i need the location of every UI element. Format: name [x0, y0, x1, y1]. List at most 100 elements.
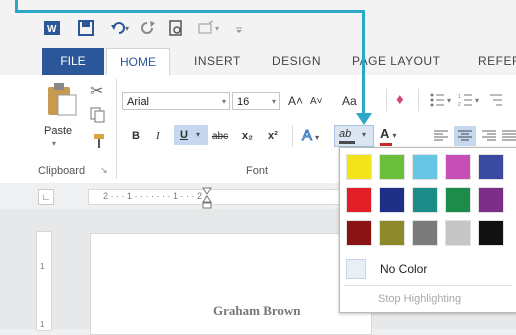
tab-selector-icon[interactable]: ∟	[38, 189, 54, 205]
font-size-select[interactable]: 16 ▾	[232, 92, 280, 110]
highlight-color-swatch[interactable]	[478, 220, 504, 246]
text-effects-label: A	[301, 127, 313, 145]
tab-home[interactable]: HOME	[106, 48, 170, 77]
chevron-down-icon: ▾	[221, 97, 226, 106]
chevron-down-icon: ▾	[271, 97, 276, 106]
justify-icon[interactable]	[502, 130, 516, 145]
highlight-color-swatch[interactable]	[445, 154, 471, 180]
font-color-swatch	[380, 143, 392, 146]
chevron-down-icon: ▾	[315, 133, 320, 142]
bullets-icon[interactable]: ▾	[430, 93, 454, 110]
underline-label: U	[180, 129, 188, 141]
svg-text:W: W	[47, 24, 57, 35]
highlight-color-swatch[interactable]	[412, 220, 438, 246]
highlight-color-swatch[interactable]	[478, 154, 504, 180]
vertical-ruler: 1 1	[36, 231, 52, 331]
clear-formatting-icon[interactable]: ♦	[396, 91, 404, 108]
tab-insert[interactable]: INSERT	[194, 54, 241, 68]
document-page[interactable]: Graham Brown	[90, 233, 372, 335]
italic-button[interactable]: I	[156, 130, 160, 142]
bold-button[interactable]: B	[132, 130, 140, 142]
tab-file[interactable]: FILE	[42, 48, 104, 75]
save-icon[interactable]	[78, 20, 94, 36]
tab-page-layout[interactable]: PAGE LAYOUT	[352, 54, 440, 68]
underline-button[interactable]: U ▾	[174, 125, 208, 145]
print-preview-icon[interactable]	[168, 20, 184, 36]
ruler-marks: 2 · · · 1 · · · · · · · 1 · · · 2 ·	[103, 191, 208, 201]
document-author-name: Graham Brown	[213, 303, 301, 318]
highlight-color-swatch[interactable]	[346, 187, 372, 213]
clipboard-group-label: Clipboard	[38, 165, 86, 177]
font-family-select[interactable]: Arial ▾	[122, 92, 230, 110]
ruler-tick-label: 1	[40, 320, 45, 329]
font-color-button[interactable]: A ▾	[380, 126, 397, 146]
chevron-down-icon: ▾	[362, 130, 367, 139]
word-app-icon: W	[44, 20, 60, 36]
format-painter-icon[interactable]	[90, 133, 106, 152]
cut-icon[interactable]: ✂	[90, 81, 103, 101]
highlight-color-swatch[interactable]	[346, 154, 372, 180]
subscript-button[interactable]: x₂	[242, 130, 253, 142]
svg-text:▾: ▾	[475, 96, 479, 105]
group-divider	[116, 79, 117, 179]
ribbon-tab-bar: FILE HOME INSERT DESIGN PAGE LAYOUT REFE…	[0, 44, 516, 77]
undo-icon[interactable]: ▾	[110, 20, 129, 36]
tab-references[interactable]: REFERE	[478, 54, 516, 68]
menu-divider	[344, 285, 512, 286]
svg-text:▾: ▾	[215, 24, 219, 33]
draw-table-icon[interactable]: ▾	[198, 20, 219, 36]
align-center-icon[interactable]	[454, 126, 476, 146]
paste-label: Paste	[44, 125, 73, 137]
callout-line	[15, 10, 365, 13]
tab-design[interactable]: DESIGN	[272, 54, 321, 68]
svg-text:2: 2	[458, 102, 461, 107]
align-right-icon[interactable]	[482, 130, 496, 145]
highlight-color-swatch[interactable]	[412, 187, 438, 213]
align-left-icon[interactable]	[434, 130, 448, 145]
highlight-swatch	[339, 141, 355, 144]
chevron-down-icon: ▾	[196, 130, 201, 139]
strikethrough-button[interactable]: abc	[212, 131, 228, 142]
font-color-label: A	[380, 126, 390, 141]
no-color-option[interactable]: No Color	[380, 262, 427, 276]
svg-text:▾: ▾	[125, 24, 129, 33]
svg-text:1: 1	[458, 94, 461, 100]
highlight-color-swatch[interactable]	[445, 187, 471, 213]
paste-dropdown-icon: ▾	[52, 139, 57, 148]
redo-icon[interactable]	[140, 20, 156, 36]
ruler-tick-label: 1	[40, 262, 45, 271]
clipboard-launcher-icon[interactable]: ↘	[100, 165, 108, 176]
stop-highlighting-option: Stop Highlighting	[378, 293, 462, 305]
copy-icon[interactable]	[90, 107, 106, 126]
numbering-icon[interactable]: 1 2 ▾	[458, 93, 482, 110]
highlight-color-swatch[interactable]	[412, 154, 438, 180]
highlight-color-swatch[interactable]	[478, 187, 504, 213]
customize-qat-icon[interactable]	[234, 20, 250, 36]
highlight-color-swatch[interactable]	[346, 220, 372, 246]
highlight-label: ab	[339, 128, 352, 140]
text-effects-button[interactable]: A ▾	[301, 127, 320, 145]
callout-arrow-icon	[356, 112, 372, 130]
chevron-down-icon: ▾	[392, 131, 397, 140]
change-case-button[interactable]: Aa	[342, 94, 357, 108]
font-family-value: Arial	[127, 96, 150, 108]
divider	[386, 89, 387, 111]
superscript-button[interactable]: x²	[268, 130, 278, 142]
highlight-color-swatch[interactable]	[445, 220, 471, 246]
no-color-swatch[interactable]	[346, 259, 366, 279]
paste-button[interactable]: Paste ▾	[44, 81, 84, 151]
divider	[418, 89, 419, 111]
paste-icon	[48, 83, 77, 116]
divider	[292, 125, 293, 147]
highlight-color-swatch[interactable]	[379, 154, 405, 180]
shrink-font-button[interactable]: A˅	[310, 96, 323, 107]
highlight-color-swatch[interactable]	[379, 220, 405, 246]
horizontal-ruler[interactable]: 2 · · · 1 · · · · · · · 1 · · · 2 ·	[88, 189, 350, 205]
callout-line	[362, 10, 365, 114]
multilevel-list-icon[interactable]	[488, 93, 508, 110]
font-group-label: Font	[246, 165, 269, 177]
quick-access-toolbar: W ▾ ▾	[0, 0, 516, 44]
highlight-color-swatch[interactable]	[379, 187, 405, 213]
grow-font-button[interactable]: A˄	[288, 94, 303, 108]
svg-text:▾: ▾	[447, 96, 451, 105]
